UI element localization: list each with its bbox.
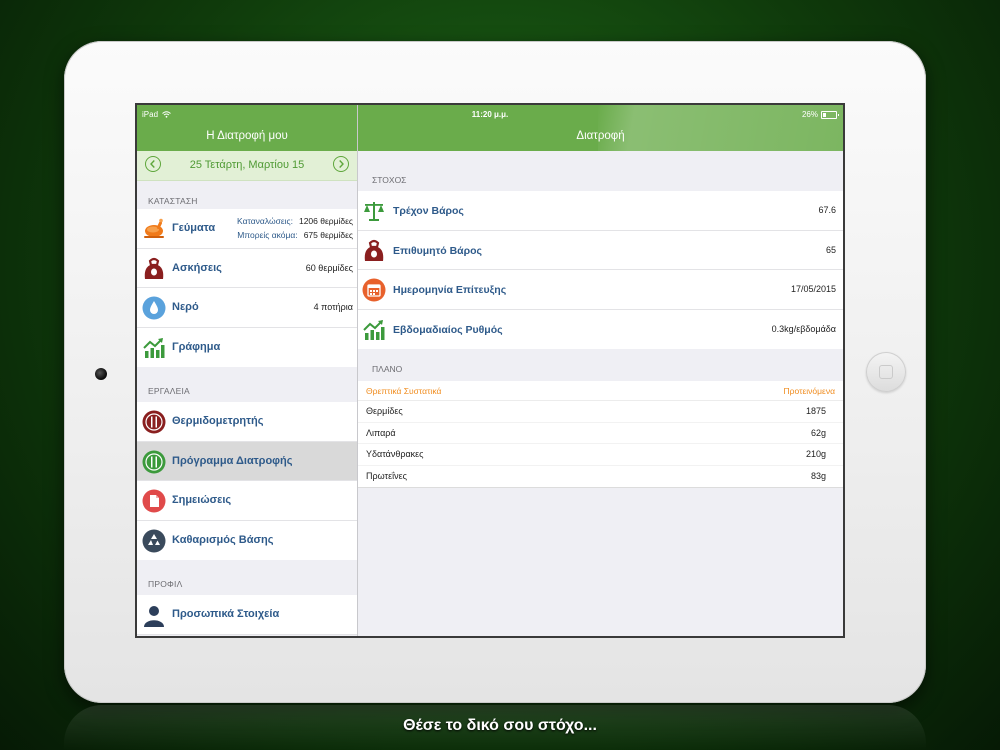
plan-row-calories: Θερμίδες 1875 (358, 401, 843, 423)
tool-label-1: Πρόγραμμα Διατροφής (172, 454, 293, 467)
calendar-icon (362, 278, 386, 302)
plan-value: 1875 (805, 406, 826, 416)
goal-row-target-date[interactable]: Ημερομηνία Επίτευξης 17/05/2015 (358, 270, 843, 310)
plan-value: 83g (810, 471, 826, 482)
plan-name: Λιπαρά (366, 427, 396, 438)
plan-name: Πρωτεΐνες (366, 471, 407, 482)
plan-row-fat: Λιπαρά 62g (358, 422, 843, 445)
right-nav-title: Διατροφή (576, 130, 625, 142)
notes-icon (142, 489, 166, 513)
camera-icon (95, 368, 107, 380)
plan-col-nutrient: Θρεπτικά Συστατικά (366, 386, 442, 396)
remaining-label: Μπορείς ακόμα: (237, 230, 298, 240)
goal-value-1: 65 (825, 244, 836, 255)
plan-name: Υδατάνθρακες (366, 449, 424, 460)
exercise-value: 60 θερμίδες (305, 262, 353, 273)
meals-consumed: Καταναλώσεις: 1206 θερμίδες (237, 216, 353, 226)
chevron-right-icon (339, 160, 344, 168)
battery-percent: 26% (801, 110, 818, 119)
goal-section-header: ΣΤΟΧΟΣ (372, 175, 407, 185)
goal-value-2: 17/05/2015 (790, 284, 836, 294)
menu-item-notes[interactable]: Σημειώσεις (137, 481, 357, 521)
tool-label-0: Θερμιδομετρητής (172, 415, 264, 427)
status-time: 11:20 μ.μ. (471, 110, 509, 119)
meals-remaining: Μπορείς ακόμα: 675 θερμίδες (237, 230, 353, 240)
recycle-icon (142, 529, 166, 552)
profile-label: Προσωπικά Στοιχεία (172, 608, 280, 620)
date-bar: 25 Τετάρτη, Μαρτίου 15 (137, 151, 357, 181)
user-icon (144, 606, 164, 627)
status-bar: iPad 11:20 μ.μ. 26% (137, 105, 843, 125)
water-drop-icon (142, 296, 166, 320)
plan-value: 62g (810, 427, 826, 438)
goal-label-1: Επιθυμητό Βάρος (393, 244, 483, 257)
goal-label-2: Ημερομηνία Επίτευξης (393, 284, 507, 296)
plate-cutlery-icon (142, 410, 166, 434)
goal-value-3: 0.3kg/εβδομάδα (771, 323, 836, 334)
kettlebell-icon (364, 239, 384, 261)
exercise-label: Ασκήσεις (172, 261, 222, 274)
section-header-profile: ΠΡΟΦΙΛ (148, 579, 183, 589)
app-screen: iPad 11:20 μ.μ. 26% Η Διατροφή μου 25 Τε… (137, 105, 843, 636)
plan-row-protein: Πρωτεΐνες 83g (358, 466, 843, 488)
plan-table-header: Θρεπτικά Συστατικά Προτεινόμενα (358, 381, 843, 401)
goal-label-0: Τρέχον Βάρος (393, 205, 464, 217)
tool-label-2: Σημειώσεις (172, 494, 232, 506)
menu-item-calorie-counter[interactable]: Θερμιδομετρητής (137, 402, 357, 442)
tool-label-3: Καθαρισμός Βάσης (172, 533, 274, 546)
plan-value: 210g (805, 449, 826, 460)
kettlebell-icon (144, 257, 164, 279)
consumed-label: Καταναλώσεις: (237, 216, 293, 226)
goal-row-weekly-rate[interactable]: Εβδομαδιαίος Ρυθμός 0.3kg/εβδομάδα (358, 309, 843, 349)
graph-label: Γράφημα (172, 340, 221, 353)
menu-item-water[interactable]: Νερό 4 ποτήρια (137, 288, 357, 328)
battery-icon (821, 110, 839, 119)
consumed-value: 1206 θερμίδες (298, 216, 353, 226)
home-button[interactable] (866, 352, 906, 392)
meals-label: Γεύματα (172, 222, 216, 234)
status-right: 26% (801, 110, 839, 119)
plan-section-header: ΠΛΑΝΟ (372, 364, 403, 374)
scale-icon (364, 202, 384, 221)
plan-name: Θερμίδες (366, 406, 403, 416)
promo-caption: Θέσε το δικό σου στόχο... (403, 717, 597, 734)
water-value: 4 ποτήρια (313, 302, 353, 312)
water-label: Νερό (172, 301, 199, 313)
roast-chicken-icon (144, 218, 164, 238)
detail-pane: Διατροφή ΣΤΟΧΟΣ Τρέχον Βάρος 67.6 Επιθυμ… (358, 105, 843, 636)
master-pane: Η Διατροφή μου 25 Τετάρτη, Μαρτίου 15 ΚΑ… (137, 105, 358, 636)
menu-item-diet-program[interactable]: Πρόγραμμα Διατροφής (137, 441, 357, 481)
goal-value-0: 67.6 (818, 205, 836, 215)
menu-item-exercise[interactable]: Ασκήσεις 60 θερμίδες (137, 248, 357, 288)
next-day-button[interactable] (333, 156, 349, 172)
section-header-status: ΚΑΤΑΣΤΑΣΗ (148, 196, 198, 206)
menu-item-personal-info[interactable]: Προσωπικά Στοιχεία (137, 595, 357, 635)
trend-chart-icon (363, 319, 385, 340)
current-date: 25 Τετάρτη, Μαρτίου 15 (189, 159, 305, 171)
menu-item-graph[interactable]: Γράφημα (137, 327, 357, 367)
goal-row-target-weight[interactable]: Επιθυμητό Βάρος 65 (358, 230, 843, 270)
trend-chart-icon (143, 337, 165, 358)
remaining-value: 675 θερμίδες (303, 230, 353, 240)
goal-label-3: Εβδομαδιαίος Ρυθμός (393, 323, 503, 336)
plate-cutlery-green-icon (142, 450, 166, 473)
goal-row-current-weight[interactable]: Τρέχον Βάρος 67.6 (358, 191, 843, 231)
plan-row-carbs: Υδατάνθρακες 210g (358, 444, 843, 467)
menu-item-clean-database[interactable]: Καθαρισμός Βάσης (137, 520, 357, 560)
left-nav-title: Η Διατροφή μου (206, 130, 288, 142)
menu-item-meals[interactable]: Γεύματα Καταναλώσεις: 1206 θερμίδες Μπορε… (137, 209, 357, 249)
section-header-tools: ΕΡΓΑΛΕΙΑ (148, 386, 190, 396)
plan-col-recommended: Προτεινόμενα (783, 386, 835, 396)
